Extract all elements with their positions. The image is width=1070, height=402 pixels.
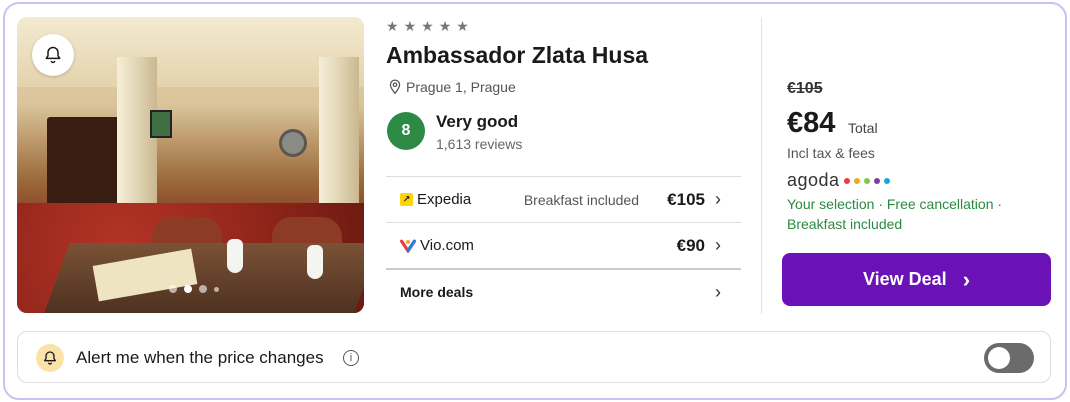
deal-note: Breakfast included [523,191,639,208]
hotel-photo[interactable] [17,17,364,313]
chevron-right-icon: › [715,235,721,255]
brand-dot [883,177,890,184]
photo-cabinet [47,117,127,207]
star-icon: ★ [421,18,434,34]
location-text: Prague 1, Prague [406,79,516,95]
location-pin-icon [389,79,401,95]
brand-dot [873,177,880,184]
chevron-right-icon: › [715,189,721,209]
carousel-dots[interactable] [169,285,219,293]
more-deals: More deals [400,284,473,300]
provider: ↗ Expedia [400,191,471,208]
hotel-name[interactable]: Ambassador Zlata Husa [386,42,648,69]
star-rating: ★ ★ ★ ★ ★ [386,18,469,35]
brand-dot [853,177,860,184]
alert-bell [36,344,64,372]
deal-price: €105 [667,189,705,209]
bell-icon [44,351,56,365]
photo-tv [150,110,172,138]
carousel-dot[interactable] [169,285,177,293]
view-deal-label: View Deal [862,269,947,289]
price-alert-toggle[interactable] [984,343,1034,373]
photo-vase [227,239,243,273]
partner-name: agoda [787,170,840,190]
carousel-dot-active[interactable] [184,285,192,293]
star-icon: ★ [438,18,452,34]
star-icon: ★ [386,18,399,34]
deal-price: €90 [676,235,705,255]
column-divider [761,18,762,314]
deal-row-vio[interactable]: Vio.com €90 › [386,222,741,268]
review-count[interactable]: 1,613 reviews [436,136,522,152]
star-icon: ★ [403,18,417,34]
info-icon[interactable]: i [343,350,359,366]
price-alert-bar: Alert me when the price changes i [17,331,1051,383]
chevron-right-icon: › [715,281,721,302]
vio-heart-icon [400,239,416,253]
more-deals-row[interactable]: More deals › [386,268,741,314]
old-price: €105 [787,80,823,97]
partner-logo: agoda [787,170,890,191]
provider-name: Vio.com [420,237,474,254]
deals-list: ↗ Expedia Breakfast included €105 › Vio.… [386,176,741,314]
tax-note: Incl tax & fees [787,145,875,161]
photo-pillar [319,57,359,227]
save-alert-button[interactable] [32,34,74,76]
brand-dot [843,177,850,184]
view-deal-button[interactable]: View Deal › [782,253,1051,306]
alert-label: Alert me when the price changes [76,348,324,367]
photo-pillar [117,57,157,227]
offer-perks: Your selection · Free cancellation · Bre… [787,196,1003,232]
current-price: €84 [787,107,836,139]
rating-label: Very good [436,112,519,131]
provider-name: Expedia [417,191,472,208]
provider: Vio.com [400,237,474,254]
bell-icon [45,46,61,64]
more-deals-label: More deals [400,284,474,300]
deal-row-expedia[interactable]: ↗ Expedia Breakfast included €105 › [386,176,741,222]
hotel-location: Prague 1, Prague [388,79,516,95]
star-icon: ★ [456,18,469,34]
carousel-dot[interactable] [199,285,207,293]
expedia-arrow-icon: ↗ [400,193,413,206]
carousel-dot[interactable] [214,286,219,292]
price-suffix: Total [848,120,878,136]
chevron-right-icon: › [962,266,971,292]
toggle-knob [988,347,1010,369]
rating-score-badge: 8 [387,112,425,150]
photo-vase [307,245,323,279]
photo-clock [279,129,307,157]
brand-dot [863,177,870,184]
